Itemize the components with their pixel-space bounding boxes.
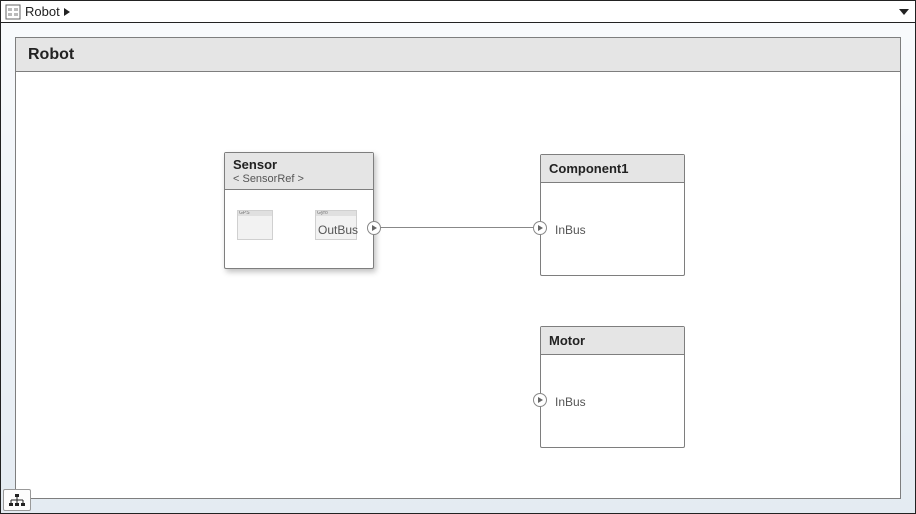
thumb-gyro: Gyro OutBus [315,210,357,240]
diagram-canvas[interactable]: Robot Sensor < SensorRef > GPS Gyro OutB… [15,37,901,499]
diagram-title-bar: Robot [16,38,900,72]
port-label-outbus: OutBus [318,223,358,237]
block-title: Motor [549,333,676,348]
block-header: Component1 [541,155,684,183]
block-sensor[interactable]: Sensor < SensorRef > GPS Gyro OutBus [224,152,374,269]
thumb-label: Gyro [316,211,356,216]
canvas-area[interactable]: Robot Sensor < SensorRef > GPS Gyro OutB… [1,23,915,513]
port-out-sensor[interactable] [367,221,381,235]
thumb-gps: GPS [237,210,273,240]
hierarchy-button[interactable] [3,489,31,511]
breadcrumb-arrow-icon[interactable] [64,8,70,16]
port-label-inbus: InBus [555,395,586,409]
port-in-motor[interactable] [533,393,547,407]
block-title: Component1 [549,161,676,176]
dropdown-arrow-icon[interactable] [899,9,909,15]
port-in-component1[interactable] [533,221,547,235]
hierarchy-icon [9,494,25,506]
block-body: InBus [541,183,684,277]
chevron-right-icon [538,397,543,403]
diagram-title: Robot [28,46,74,64]
breadcrumb-bar: Robot [1,1,915,23]
chevron-right-icon [372,225,377,231]
block-header: Sensor < SensorRef > [225,153,373,190]
block-title: Sensor [233,157,365,172]
block-header: Motor [541,327,684,355]
block-subtitle: < SensorRef > [233,173,365,185]
thumb-label: GPS [238,211,272,216]
block-body: InBus [541,355,684,449]
block-motor[interactable]: Motor InBus [540,326,685,448]
breadcrumb-root[interactable]: Robot [25,4,60,19]
port-label-inbus: InBus [555,223,586,237]
connection-sensor-component1[interactable] [373,227,541,228]
model-icon [5,4,21,20]
chevron-right-icon [538,225,543,231]
block-body: GPS Gyro OutBus [225,190,373,269]
app-window: Robot Robot Sensor < SensorRef > GPS [0,0,916,514]
block-component1[interactable]: Component1 InBus [540,154,685,276]
